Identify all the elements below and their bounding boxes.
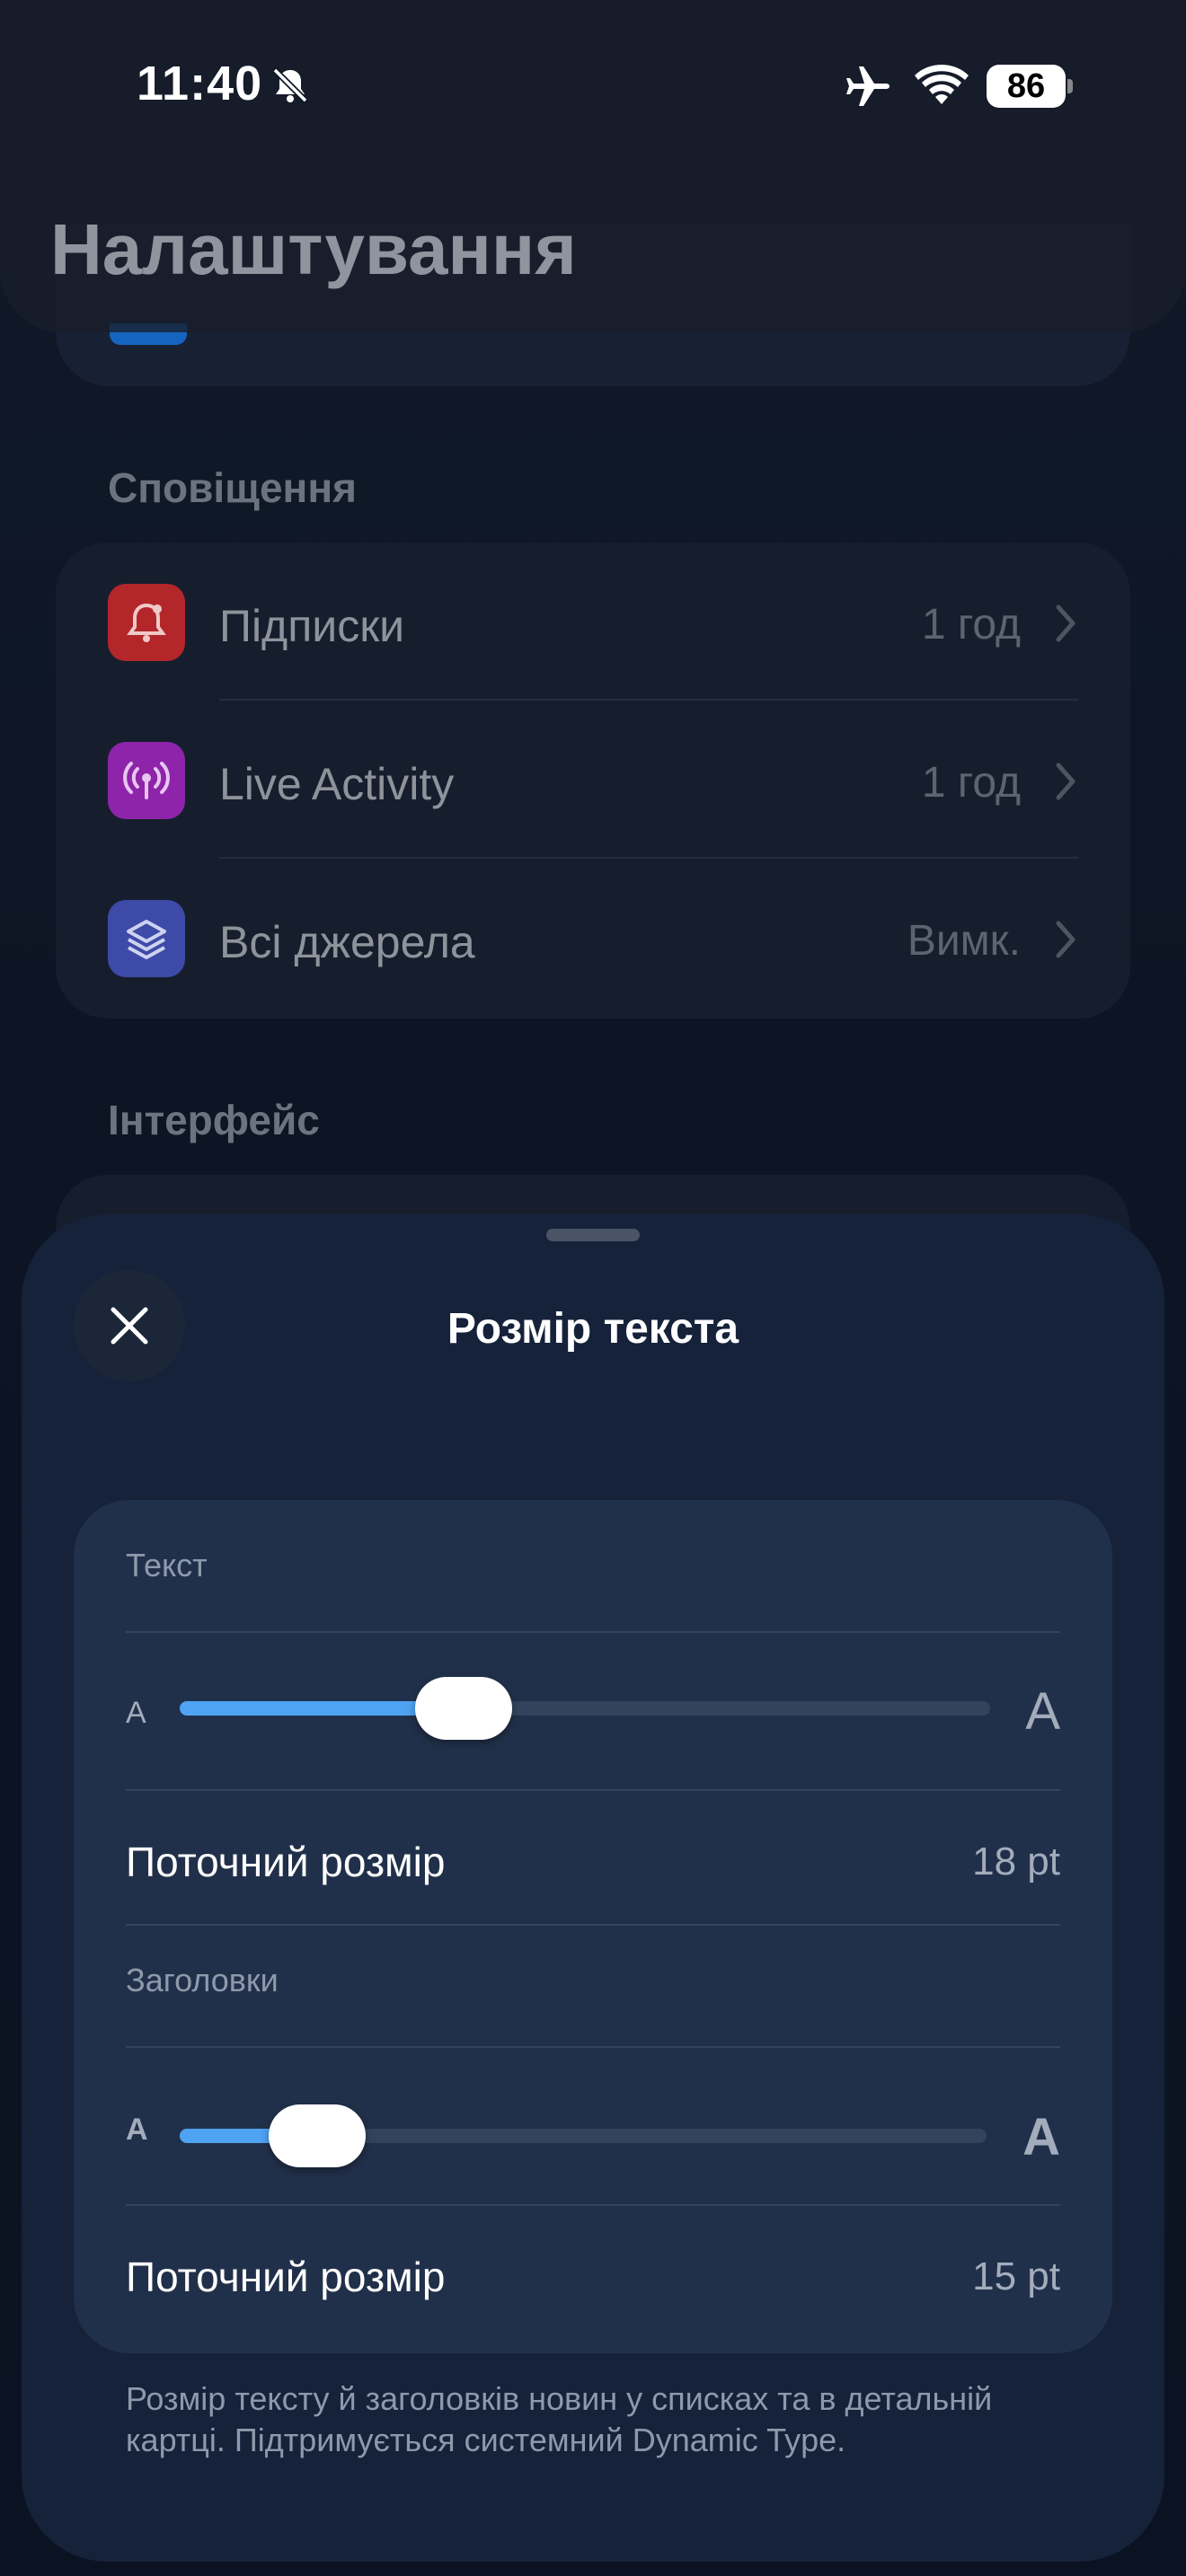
layers-icon-tile [108,900,185,977]
airplane-icon [846,66,890,106]
headings-section-label: Заголовки [126,1962,279,1998]
broadcast-icon [123,762,170,799]
battery-level: 86 [987,65,1066,108]
row-label: Live Activity [219,759,455,809]
row-label: Підписки [219,601,405,651]
page-title: Налаштування [50,209,577,289]
row-all-sources[interactable]: Всі джерела Вимк. [56,859,1130,1017]
headings-size-slider-thumb[interactable] [268,2104,366,2167]
section-label-interface: Інтерфейс [108,1097,320,1143]
chevron-right-icon [1056,604,1075,642]
battery-indicator: 86 [987,65,1073,108]
headings-current-size-label: Поточний розмір [126,2254,446,2300]
text-size-min-glyph: A [126,1696,146,1730]
status-time: 11:40 [137,57,263,110]
broadcast-icon-tile [108,742,185,819]
divider [126,1631,1060,1633]
row-label: Всі джерела [219,917,475,967]
text-size-footnote: Розмір тексту й заголовків новин у списк… [126,2380,993,2458]
status-bar: 11:40 86 [0,0,1186,171]
chevron-right-icon [1056,921,1075,958]
sheet-grabber[interactable] [546,1229,640,1241]
row-value: Вимк. [907,917,1021,965]
text-section-label: Текст [126,1547,208,1584]
text-size-slider[interactable] [180,1701,990,1716]
screen: Налаштування 11:40 86 Сповіщення Підписк… [0,0,1186,2576]
divider [126,1789,1060,1791]
row-value: 1 год [921,759,1021,807]
divider [126,1924,1060,1926]
section-label-notifications: Сповіщення [108,464,357,511]
notifications-group: Підписки 1 год Live Activity 1 год Всі д… [56,543,1130,1019]
divider [126,2204,1060,2206]
text-size-slider-thumb[interactable] [414,1677,512,1740]
battery-nub [1067,79,1073,93]
divider [126,2046,1060,2048]
headings-size-max-glyph: A [1022,2108,1060,2166]
text-current-size-label: Поточний розмір [126,1839,446,1885]
wifi-icon [915,65,969,104]
layers-icon [127,920,166,959]
bell-icon-tile [108,584,185,661]
text-size-card: Текст A A Поточний розмір 18 pt Заголовк… [74,1500,1112,2353]
text-size-sheet: Розмір текста Текст A A Поточний розмір … [22,1214,1164,2562]
sheet-title: Розмір текста [447,1305,739,1353]
row-live-activity[interactable]: Live Activity 1 год [56,701,1130,859]
headings-current-size-value: 15 pt [972,2254,1060,2298]
text-current-size-value: 18 pt [972,1839,1060,1883]
row-value: 1 год [921,601,1021,648]
text-size-max-glyph: A [1025,1682,1060,1741]
bell-icon [127,603,166,642]
headings-size-min-glyph: A [126,2113,148,2147]
row-subscriptions[interactable]: Підписки 1 год [56,543,1130,701]
chevron-right-icon [1056,763,1075,800]
bell-off-icon [272,67,308,103]
